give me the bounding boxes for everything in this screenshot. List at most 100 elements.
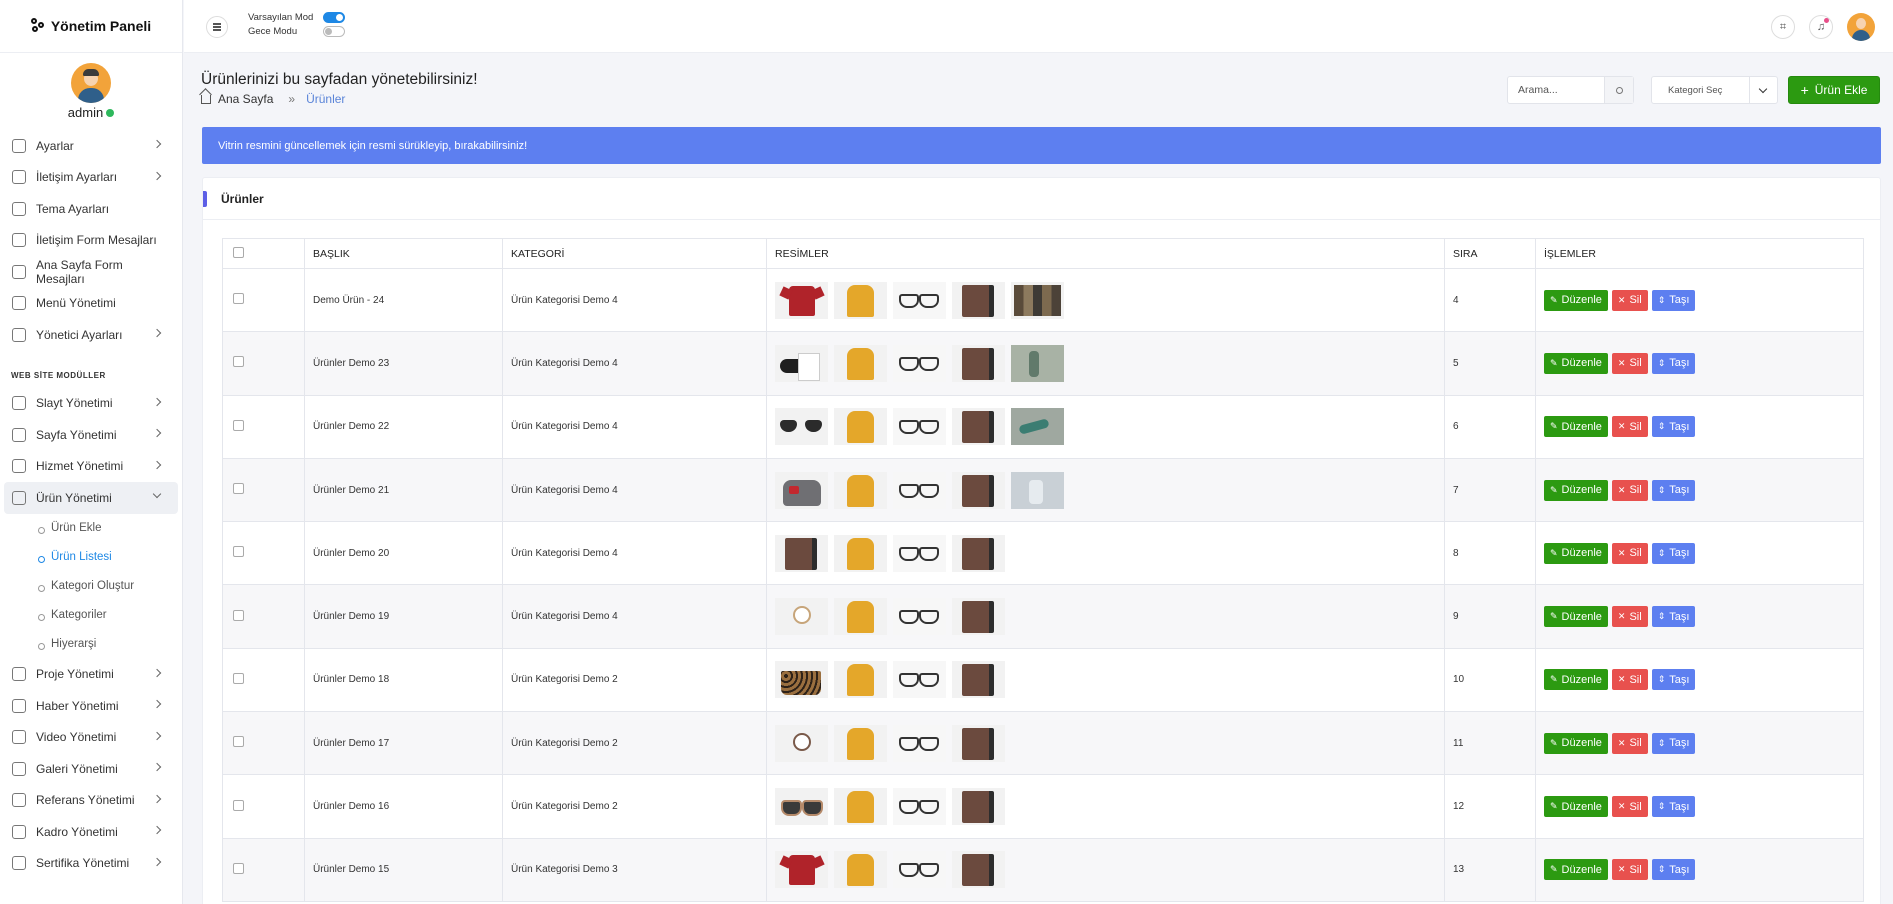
add-product-button[interactable]: + Ürün Ekle [1788,76,1880,104]
row-checkbox[interactable] [233,483,244,495]
product-thumbnail[interactable] [893,661,946,699]
product-thumbnail[interactable] [952,661,1005,699]
edit-button[interactable]: ✎ Düzenle [1544,479,1608,501]
delete-button[interactable]: ✕ Sil [1611,859,1648,881]
delete-button[interactable]: ✕ Sil [1611,669,1648,691]
delete-button[interactable]: ✕ Sil [1611,352,1648,374]
product-thumbnail[interactable] [775,851,828,889]
product-thumbnail[interactable] [893,344,946,382]
sidebar-item-yonetici-ayarlari[interactable]: Yönetici Ayarları [0,319,182,351]
delete-button[interactable]: ✕ Sil [1611,732,1648,754]
edit-button[interactable]: ✎ Düzenle [1544,289,1608,311]
search-button[interactable] [1604,77,1633,103]
move-button[interactable]: ⇕ Taşı [1651,416,1696,438]
row-checkbox[interactable] [233,356,244,368]
product-thumbnail[interactable] [893,788,946,826]
product-thumbnail[interactable] [834,598,887,636]
column-header-category[interactable]: KATEGORİ [502,238,767,269]
edit-button[interactable]: ✎ Düzenle [1544,542,1608,564]
sidebar-item-video-yonetimi[interactable]: Video Yönetimi [0,722,182,754]
product-thumbnail[interactable] [834,724,887,762]
sidebar-subitem-urun-listesi[interactable]: Ürün Listesi [0,543,182,572]
move-button[interactable]: ⇕ Taşı [1651,289,1696,311]
delete-button[interactable]: ✕ Sil [1611,542,1648,564]
row-checkbox[interactable] [233,862,244,874]
product-thumbnail[interactable] [952,281,1005,319]
notifications-button[interactable]: ♫ [1809,15,1833,39]
sidebar-item-i-letisim-ayarlari[interactable]: İletişim Ayarları [0,162,182,194]
product-thumbnail[interactable] [1011,344,1064,382]
edit-button[interactable]: ✎ Düzenle [1544,859,1608,881]
product-thumbnail[interactable] [893,408,946,446]
sidebar-item-hizmet-yonetimi[interactable]: Hizmet Yönetimi [0,451,182,483]
move-button[interactable]: ⇕ Taşı [1651,352,1696,374]
product-thumbnail[interactable] [834,344,887,382]
product-thumbnail[interactable] [952,534,1005,572]
product-thumbnail[interactable] [893,534,946,572]
product-thumbnail[interactable] [893,281,946,319]
product-thumbnail[interactable] [775,471,828,509]
move-button[interactable]: ⇕ Taşı [1651,859,1696,881]
product-thumbnail[interactable] [775,534,828,572]
delete-button[interactable]: ✕ Sil [1611,796,1648,818]
sidebar-item-sayfa-yonetimi[interactable]: Sayfa Yönetimi [0,419,182,451]
edit-button[interactable]: ✎ Düzenle [1544,669,1608,691]
sidebar-item-tema-ayarlari[interactable]: Tema Ayarları [0,193,182,225]
product-thumbnail[interactable] [775,344,828,382]
sidebar-item-menu-yonetimi[interactable]: Menü Yönetimi [0,288,182,320]
product-thumbnail[interactable] [834,788,887,826]
product-thumbnail[interactable] [834,851,887,889]
product-thumbnail[interactable] [952,851,1005,889]
sidebar-item-ana-sayfa-form-mesajlari[interactable]: Ana Sayfa Form Mesajları [0,256,182,288]
logo[interactable]: Yönetim Paneli [0,0,182,53]
edit-button[interactable]: ✎ Düzenle [1544,416,1608,438]
product-thumbnail[interactable] [834,534,887,572]
sidebar-item-proje-yonetimi[interactable]: Proje Yönetimi [0,659,182,691]
product-thumbnail[interactable] [775,598,828,636]
sidebar-item-kadro-yonetimi[interactable]: Kadro Yönetimi [0,816,182,848]
product-thumbnail[interactable] [834,281,887,319]
move-button[interactable]: ⇕ Taşı [1651,732,1696,754]
menu-toggle-button[interactable] [206,16,228,38]
column-header-order[interactable]: SIRA [1444,238,1536,269]
edit-button[interactable]: ✎ Düzenle [1544,796,1608,818]
row-checkbox[interactable] [233,546,244,558]
row-checkbox[interactable] [233,609,244,621]
product-thumbnail[interactable] [952,408,1005,446]
sidebar-item-galeri-yonetimi[interactable]: Galeri Yönetimi [0,753,182,785]
delete-button[interactable]: ✕ Sil [1611,416,1648,438]
row-checkbox[interactable] [233,799,244,811]
sidebar-subitem-kategoriler[interactable]: Kategoriler [0,601,182,630]
product-thumbnail[interactable] [834,661,887,699]
avatar[interactable] [71,63,111,103]
move-button[interactable]: ⇕ Taşı [1651,796,1696,818]
product-thumbnail[interactable] [893,724,946,762]
product-thumbnail[interactable] [834,471,887,509]
product-thumbnail[interactable] [775,788,828,826]
move-button[interactable]: ⇕ Taşı [1651,479,1696,501]
edit-button[interactable]: ✎ Düzenle [1544,606,1608,628]
move-button[interactable]: ⇕ Taşı [1651,606,1696,628]
sidebar-item-sertifika-yonetimi[interactable]: Sertifika Yönetimi [0,848,182,880]
move-button[interactable]: ⇕ Taşı [1651,542,1696,564]
product-thumbnail[interactable] [952,788,1005,826]
product-thumbnail[interactable] [893,598,946,636]
row-checkbox[interactable] [233,672,244,684]
delete-button[interactable]: ✕ Sil [1611,289,1648,311]
delete-button[interactable]: ✕ Sil [1611,606,1648,628]
edit-button[interactable]: ✎ Düzenle [1544,732,1608,754]
product-thumbnail[interactable] [1011,471,1064,509]
product-thumbnail[interactable] [952,344,1005,382]
sidebar-item-referans-yonetimi[interactable]: Referans Yönetimi [0,785,182,817]
product-thumbnail[interactable] [893,851,946,889]
select-all-checkbox[interactable] [233,246,244,258]
product-thumbnail[interactable] [775,661,828,699]
product-thumbnail[interactable] [952,724,1005,762]
sidebar-item-slayt-yonetimi[interactable]: Slayt Yönetimi [0,388,182,420]
varsayilan-mod-toggle[interactable] [323,11,345,23]
edit-button[interactable]: ✎ Düzenle [1544,352,1608,374]
move-button[interactable]: ⇕ Taşı [1651,669,1696,691]
delete-button[interactable]: ✕ Sil [1611,479,1648,501]
product-thumbnail[interactable] [1011,408,1064,446]
product-thumbnail[interactable] [775,408,828,446]
